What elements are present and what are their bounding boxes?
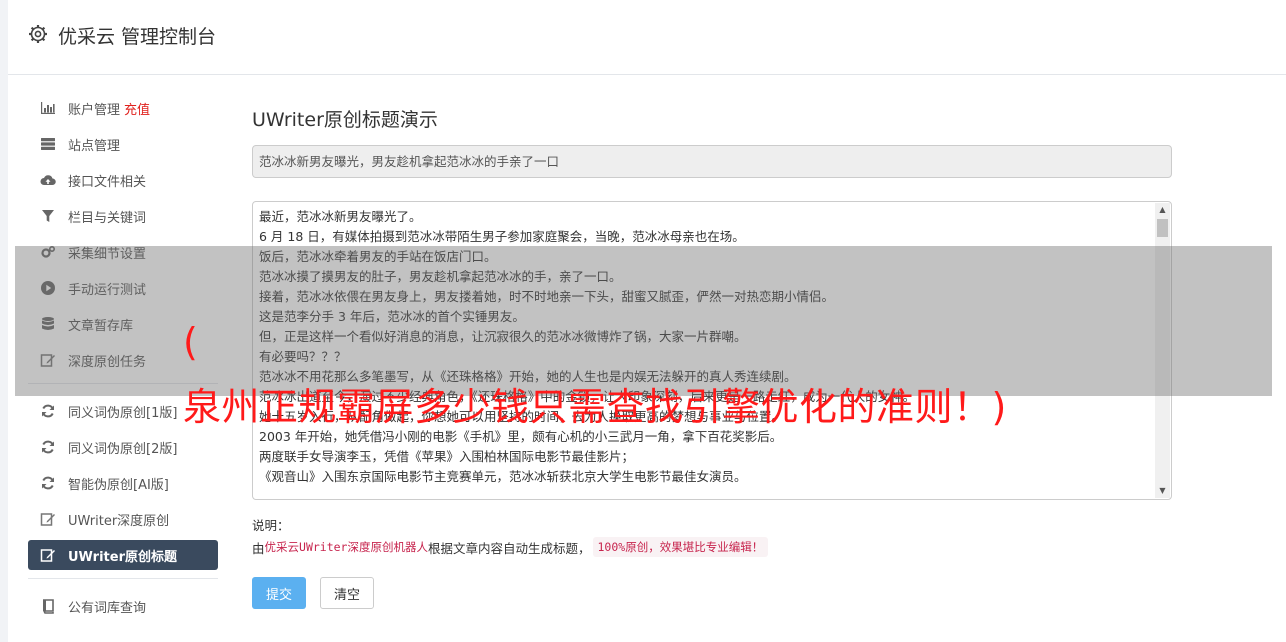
scroll-down-arrow-icon[interactable]: ▼ (1155, 484, 1170, 498)
bar-chart-icon (40, 100, 56, 116)
sidebar-item-label: 栏目与关键词 (68, 210, 147, 226)
note-mid: 根据文章内容自动生成标题， (427, 540, 591, 556)
watermark-overlay (15, 246, 1272, 396)
sidebar-item-label: 公有词库查询 (68, 600, 147, 616)
sidebar-divider (28, 578, 218, 579)
sidebar-item-sites[interactable]: 站点管理 (28, 129, 218, 159)
banner-open-paren: ( (183, 320, 198, 364)
sidebar-item-label: 同义词伪原创[1版] (68, 405, 178, 421)
sidebar-item-public-dictionary[interactable]: 公有词库查询 (28, 591, 218, 621)
article-line: 两度联手女导演李玉，凭借《苹果》入围柏林国际电影节最佳影片； (259, 449, 635, 464)
scroll-up-arrow-icon[interactable]: ▲ (1155, 203, 1170, 217)
sidebar-item-uwriter-deep[interactable]: UWriter深度原创 (28, 504, 218, 534)
sidebar-item-ai-rewrite[interactable]: 智能伪原创[AI版] (28, 468, 218, 498)
note-text: 由 优采云UWriter深度原创机器人 根据文章内容自动生成标题， 100%原创… (252, 537, 769, 557)
top-header: 优采云 管理控制台 (8, 0, 1286, 75)
recharge-link[interactable]: 充值 (124, 99, 150, 118)
page-title: UWriter原创标题演示 (252, 109, 438, 131)
article-line: 最近，范冰冰新男友曝光了。 (259, 209, 422, 224)
sidebar-item-account[interactable]: 账户管理 充值 (28, 93, 218, 123)
gear-icon (29, 25, 47, 43)
sidebar-item-label: 接口文件相关 (68, 174, 147, 190)
sidebar-item-label: UWriter深度原创 (68, 513, 170, 529)
sidebar-item-synonym-v2[interactable]: 同义词伪原创[2版] (28, 432, 218, 462)
sidebar-item-label: 站点管理 (68, 138, 121, 154)
book-icon (40, 598, 56, 614)
cloud-upload-icon (40, 172, 56, 188)
note-label: 说明： (252, 518, 290, 533)
note-prefix: 由 (252, 540, 265, 556)
app-title: 优采云 管理控制台 (58, 26, 217, 48)
edit-icon (40, 511, 56, 527)
sidebar-item-uwriter-title[interactable]: UWriter原创标题 (28, 540, 218, 570)
article-line: 《观音山》入围东京国际电影节主竞赛单元，范冰冰斩获北京大学生电影节最佳女演员。 (259, 469, 747, 484)
sidebar-item-label: UWriter原创标题 (68, 549, 177, 565)
sidebar-item-label: 同义词伪原创[2版] (68, 441, 178, 457)
submit-button[interactable]: 提交 (252, 577, 306, 609)
sidebar-item-columns[interactable]: 栏目与关键词 (28, 201, 218, 231)
edit-icon (40, 547, 56, 563)
scroll-thumb[interactable] (1157, 219, 1168, 237)
banner-headline: 泉州正规霸屏多少钱只需查找引擎优化的准则！) (183, 385, 1007, 429)
clear-button[interactable]: 清空 (320, 577, 374, 609)
refresh-icon (40, 475, 56, 491)
sidebar-item-label: 智能伪原创[AI版] (68, 477, 169, 493)
sidebar-item-interface[interactable]: 接口文件相关 (28, 165, 218, 195)
filter-icon (40, 208, 56, 224)
title-field[interactable]: 范冰冰新男友曝光，男友趁机拿起范冰冰的手亲了一口 (252, 145, 1172, 178)
refresh-icon (40, 403, 56, 419)
refresh-icon (40, 439, 56, 455)
sidebar-item-label: 账户管理 (68, 102, 121, 118)
note-robot-name: 优采云UWriter深度原创机器人 (264, 540, 428, 554)
article-line: 6 月 18 日，有媒体拍摄到范冰冰带陌生男子参加家庭聚会，当晚，范冰冰母亲也在… (259, 229, 745, 244)
note-highlight: 100%原创，效果堪比专业编辑！ (592, 537, 769, 557)
server-icon (40, 136, 56, 152)
